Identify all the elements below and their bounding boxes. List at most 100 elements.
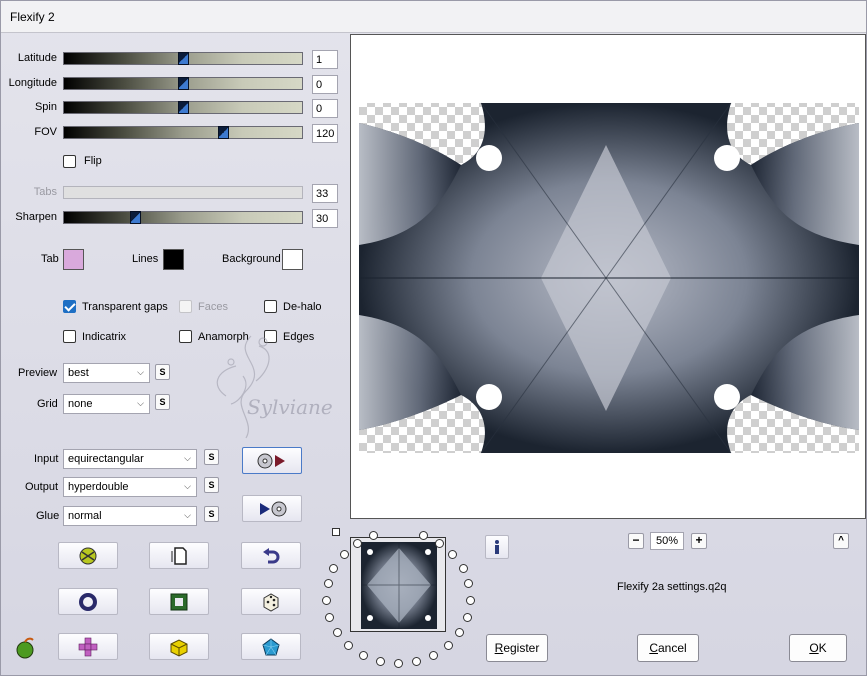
navigator-dot[interactable] [340, 550, 349, 559]
navigator-dot[interactable] [369, 531, 378, 540]
spin-slider[interactable] [63, 101, 303, 114]
sharpen-slider[interactable] [63, 211, 303, 224]
fruit-logo-icon [13, 636, 37, 663]
output-select[interactable]: hyperdouble ⌵ [63, 477, 197, 497]
longitude-slider[interactable] [63, 77, 303, 90]
pentagon-gem-icon [262, 637, 280, 655]
navigator-dot[interactable] [359, 651, 368, 660]
zoom-out-button[interactable]: − [628, 533, 644, 549]
tab-color-swatch[interactable] [63, 249, 84, 270]
ring-button[interactable] [58, 588, 118, 615]
latitude-label: Latitude [17, 52, 57, 64]
randomize-button[interactable] [58, 542, 118, 569]
lines-color-swatch[interactable] [163, 249, 184, 270]
preview-select-value: best [68, 367, 89, 379]
dehalo-checkbox[interactable] [264, 300, 277, 313]
navigator-dot[interactable] [322, 596, 331, 605]
slider-thumb[interactable] [218, 126, 229, 139]
navigator-dot[interactable] [333, 628, 342, 637]
zoom-in-button[interactable]: + [691, 533, 707, 549]
navigator-dot[interactable] [329, 564, 338, 573]
longitude-value[interactable]: 0 [312, 75, 338, 94]
navigator-dot[interactable] [412, 657, 421, 666]
navigator-dot[interactable] [466, 596, 475, 605]
register-button[interactable]: Register [486, 634, 548, 662]
spin-value[interactable]: 0 [312, 99, 338, 118]
grid-s-button[interactable]: S [155, 394, 170, 410]
gear-star-icon [79, 547, 97, 564]
glue-s-button[interactable]: S [204, 506, 219, 522]
frame-button[interactable] [149, 588, 209, 615]
preview-s-button[interactable]: S [155, 364, 170, 380]
tabs-value[interactable]: 33 [312, 184, 338, 203]
flip-checkbox[interactable] [63, 155, 76, 168]
cross-button[interactable] [58, 633, 118, 660]
fov-value[interactable]: 120 [312, 124, 338, 143]
dice-icon [263, 592, 279, 612]
undo-button[interactable] [241, 542, 301, 569]
navigator-dot[interactable] [344, 641, 353, 650]
navigator-dot[interactable] [324, 579, 333, 588]
latitude-slider[interactable] [63, 52, 303, 65]
thumbnail-preview[interactable] [350, 537, 446, 632]
ok-button[interactable]: OK [789, 634, 847, 662]
navigator-dot[interactable] [394, 659, 403, 668]
input-select-value: equirectangular [68, 453, 144, 465]
navigator-dot[interactable] [419, 531, 428, 540]
disk-to-play-icon [257, 453, 285, 468]
swap-in-button[interactable] [242, 447, 302, 474]
indicatrix-label: Indicatrix [82, 331, 127, 343]
cube-icon [170, 638, 188, 657]
window-title: Flexify 2 [10, 10, 55, 24]
slider-thumb[interactable] [178, 52, 189, 65]
navigator-dot[interactable] [325, 613, 334, 622]
navigator-dot[interactable] [353, 539, 362, 548]
navigator-dot[interactable] [448, 550, 457, 559]
latitude-value[interactable]: 1 [312, 50, 338, 69]
cube-button[interactable] [149, 633, 209, 660]
dice-button[interactable] [241, 588, 301, 615]
glue-select[interactable]: normal ⌵ [63, 506, 197, 526]
background-color-label: Background [222, 253, 281, 265]
anamorph-checkbox[interactable] [179, 330, 192, 343]
title-bar: Flexify 2 [1, 1, 866, 33]
navigator-dot[interactable] [464, 579, 473, 588]
thumbnail-handle[interactable] [332, 528, 340, 536]
navigator-dot[interactable] [435, 539, 444, 548]
navigator-dot[interactable] [455, 628, 464, 637]
grid-select-label: Grid [37, 398, 58, 410]
navigator-dot[interactable] [444, 641, 453, 650]
grid-select-value: none [68, 398, 93, 410]
input-s-button[interactable]: S [204, 449, 219, 465]
fov-slider[interactable] [63, 126, 303, 139]
cancel-button[interactable]: Cancel [637, 634, 699, 662]
slider-thumb[interactable] [178, 77, 189, 90]
gem-button[interactable] [241, 633, 301, 660]
navigator-dot[interactable] [429, 651, 438, 660]
grid-select[interactable]: none ⌵ [63, 394, 150, 414]
tabs-slider [63, 186, 303, 199]
register-label: egister [503, 641, 540, 655]
tabs-label: Tabs [33, 186, 57, 198]
input-select[interactable]: equirectangular ⌵ [63, 449, 197, 469]
indicatrix-checkbox[interactable] [63, 330, 76, 343]
transparent-gaps-checkbox[interactable] [63, 300, 76, 313]
navigator-dot[interactable] [463, 613, 472, 622]
sharpen-value[interactable]: 30 [312, 209, 338, 228]
background-color-swatch[interactable] [282, 249, 303, 270]
navigator-dot[interactable] [376, 657, 385, 666]
preview-canvas[interactable] [350, 34, 866, 519]
slider-thumb[interactable] [178, 101, 189, 114]
slider-thumb[interactable] [130, 211, 141, 224]
document-icon [171, 546, 187, 565]
navigator-dot[interactable] [459, 564, 468, 573]
info-button[interactable] [485, 535, 509, 559]
collapse-button[interactable]: ^ [833, 533, 849, 549]
tab-color-label: Tab [41, 253, 59, 265]
new-document-button[interactable] [149, 542, 209, 569]
swap-out-button[interactable] [242, 495, 302, 522]
zoom-level[interactable]: 50% [650, 532, 684, 550]
output-select-label: Output [25, 481, 59, 493]
output-s-button[interactable]: S [204, 477, 219, 493]
preview-select[interactable]: best ⌵ [63, 363, 150, 383]
